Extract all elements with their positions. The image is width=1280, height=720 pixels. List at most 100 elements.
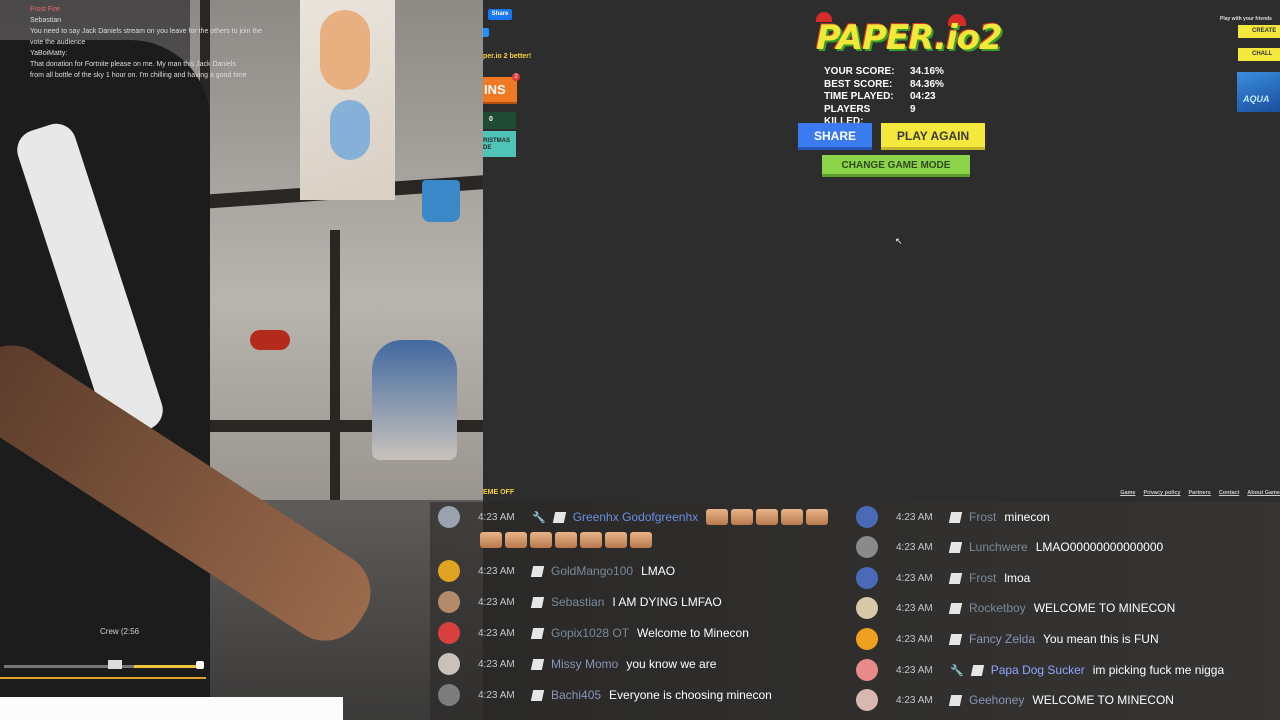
aqua-game-ad[interactable]: AQUA bbox=[1237, 72, 1280, 112]
footer-link-partners[interactable]: Partners bbox=[1188, 490, 1210, 496]
moderator-icon: 🔧 bbox=[950, 664, 964, 677]
shelf-post bbox=[330, 230, 340, 500]
poster bbox=[300, 0, 395, 200]
timestamp: 4:23 AM bbox=[896, 541, 933, 553]
christmas-mode-button[interactable]: RISTMAS DE bbox=[483, 131, 516, 157]
webcam-chat-line: from all bottle of the sky 1 hour on. I'… bbox=[30, 72, 247, 79]
timestamp: 4:23 AM bbox=[478, 511, 515, 523]
chat-message: 4:23 AM Missy Momo you know we are bbox=[438, 653, 716, 675]
chat-message: 4:23 AM Lunchwere LMAO00000000000000 bbox=[856, 536, 1163, 558]
avatar bbox=[856, 536, 878, 558]
username[interactable]: Frost bbox=[969, 510, 996, 524]
username[interactable]: Sebastian bbox=[551, 595, 604, 609]
avatar bbox=[438, 622, 460, 644]
webcam-chat-line: That donation for Fortnite please on me.… bbox=[30, 61, 236, 68]
media-player-overlay: Crew (2:56 bbox=[0, 625, 210, 685]
webcam-feed: Frost Fire Sebastian You need to say Jac… bbox=[0, 0, 483, 720]
badge-icon bbox=[530, 689, 545, 701]
theme-toggle[interactable]: EME OFF bbox=[483, 489, 514, 496]
badge-icon bbox=[948, 602, 963, 614]
stat-row: BEST SCORE: 84.36% bbox=[824, 79, 944, 92]
score-panel: YOUR SCORE: 34.16% BEST SCORE: 84.36% TIME… bbox=[824, 66, 944, 129]
avatar bbox=[856, 689, 878, 711]
challenge-button[interactable]: CHALL bbox=[1238, 48, 1280, 61]
emote-icon bbox=[580, 532, 602, 548]
cup bbox=[422, 180, 460, 222]
username[interactable]: Frost bbox=[969, 571, 996, 585]
timestamp: 4:23 AM bbox=[478, 565, 515, 577]
emote-icon bbox=[480, 532, 502, 548]
avatar bbox=[856, 567, 878, 589]
red-object bbox=[250, 330, 290, 350]
share-button[interactable]: SHARE bbox=[798, 123, 872, 150]
twitter-icon[interactable] bbox=[483, 28, 489, 37]
badge-icon bbox=[530, 596, 545, 608]
chat-message: 4:23 AM Rocketboy WELCOME TO MINECON bbox=[856, 597, 1175, 619]
username[interactable]: Lunchwere bbox=[969, 540, 1028, 554]
promo-text[interactable]: per.io 2 better! bbox=[483, 53, 531, 60]
message-text: I AM DYING LMFAO bbox=[612, 595, 722, 609]
footer-link-about[interactable]: About Game bbox=[1247, 490, 1280, 496]
username[interactable]: Bachi405 bbox=[551, 688, 601, 702]
volume-fill bbox=[134, 665, 200, 668]
chat-message: 4:23 AM Fancy Zelda You mean this is FUN bbox=[856, 628, 1159, 650]
coin-counter bbox=[483, 112, 516, 129]
message-text: Everyone is choosing minecon bbox=[609, 688, 772, 702]
username[interactable]: Fancy Zelda bbox=[969, 632, 1035, 646]
chat-message: 4:23 AM 🔧 Greenhx Godofgreenhx bbox=[438, 506, 831, 528]
webcam-chat-line: Frost Fire bbox=[30, 6, 60, 13]
timestamp: 4:23 AM bbox=[896, 572, 933, 584]
username[interactable]: Papa Dog Sucker bbox=[991, 663, 1085, 677]
message-text: You mean this is FUN bbox=[1043, 632, 1159, 646]
moderator-icon: 🔧 bbox=[532, 511, 546, 524]
stat-value: 04:23 bbox=[910, 91, 936, 102]
stat-row: TIME PLAYED: 04:23 bbox=[824, 91, 944, 104]
logo-text: PAPER.io2 bbox=[816, 18, 1003, 58]
emote-icon bbox=[706, 509, 729, 525]
timestamp: 4:23 AM bbox=[478, 596, 515, 608]
friends-text: Play with your friends bbox=[1220, 16, 1272, 22]
avatar bbox=[856, 659, 878, 681]
badge-icon bbox=[948, 694, 963, 706]
username[interactable]: Greenhx Godofgreenhx bbox=[573, 510, 698, 524]
volume-knob[interactable] bbox=[196, 661, 204, 669]
avatar bbox=[856, 506, 878, 528]
avatar bbox=[856, 597, 878, 619]
username[interactable]: Gopix1028 OT bbox=[551, 626, 629, 640]
christmas-mode-label-2: DE bbox=[483, 145, 492, 151]
emote-icon bbox=[756, 509, 779, 525]
create-button[interactable]: CREATE bbox=[1238, 25, 1280, 38]
username[interactable]: Geehoney bbox=[969, 693, 1024, 707]
stream-chat: 4:23 AM 🔧 Greenhx Godofgreenhx 4:23 AM G… bbox=[430, 502, 1280, 720]
webcam-chat-line: Sebastian bbox=[30, 17, 62, 24]
badge-icon bbox=[948, 511, 963, 523]
badge-icon bbox=[552, 511, 566, 523]
mouse-cursor-icon: ↖ bbox=[895, 236, 903, 246]
emote-row bbox=[480, 530, 655, 550]
game-logo: PAPER.io2 bbox=[816, 12, 1003, 58]
skins-button[interactable]: INS bbox=[483, 77, 517, 102]
footer-link-contact[interactable]: Contact bbox=[1219, 490, 1239, 496]
message-text: minecon bbox=[1004, 510, 1050, 524]
footer-link-game[interactable]: Game bbox=[1120, 490, 1135, 496]
emote-icon bbox=[781, 509, 804, 525]
username[interactable]: GoldMango100 bbox=[551, 564, 633, 578]
change-game-mode-button[interactable]: CHANGE GAME MODE bbox=[822, 155, 970, 177]
timestamp: 4:23 AM bbox=[896, 633, 933, 645]
webcam-chat-line: vote the audience bbox=[30, 39, 86, 46]
message-text: lmoa bbox=[1004, 571, 1031, 585]
stat-label: BEST SCORE: bbox=[824, 78, 893, 90]
emote-icon bbox=[505, 532, 527, 548]
username[interactable]: Rocketboy bbox=[969, 601, 1026, 615]
footer-link-privacy[interactable]: Privacy policy bbox=[1143, 490, 1180, 496]
message-text: im picking fuck me nigga bbox=[1092, 663, 1225, 677]
emote-icon bbox=[605, 532, 627, 548]
facebook-share-button[interactable]: Share bbox=[488, 9, 512, 20]
figurine bbox=[372, 340, 457, 460]
play-again-button[interactable]: PLAY AGAIN bbox=[881, 123, 985, 150]
badge-icon bbox=[530, 658, 545, 670]
playlist-icon[interactable] bbox=[108, 660, 122, 669]
badge-icon bbox=[948, 541, 963, 553]
progress-bar[interactable] bbox=[0, 677, 206, 679]
username[interactable]: Missy Momo bbox=[551, 657, 618, 671]
